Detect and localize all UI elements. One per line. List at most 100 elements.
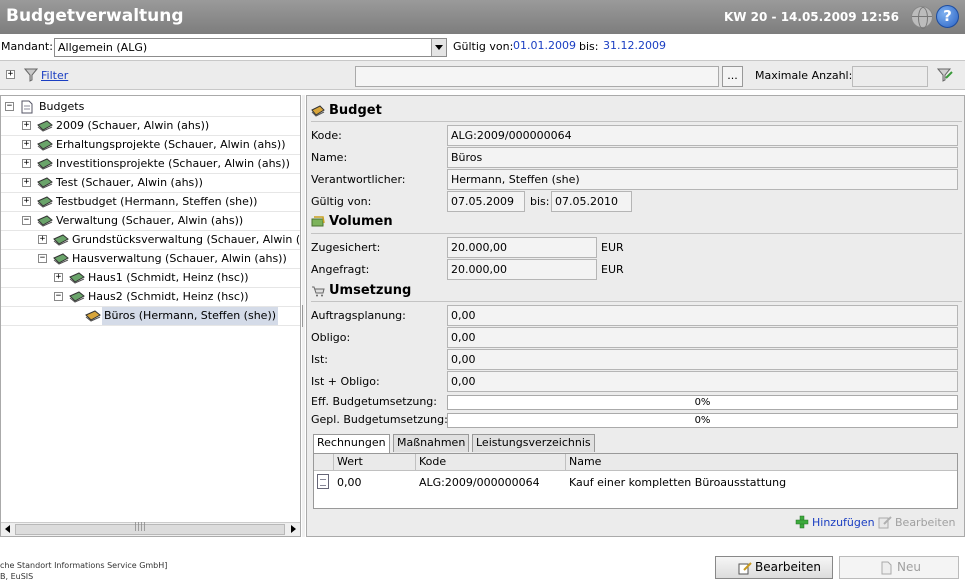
collapse-icon[interactable]: − <box>22 216 31 225</box>
actual-obligo-label: Ist + Obligo: <box>311 375 380 388</box>
tree-node-bueros[interactable]: Büros (Hermann, Steffen (she)) <box>1 307 300 325</box>
tree-node-budgets[interactable]: − Budgets <box>1 98 300 116</box>
tree-node-label: Verwaltung (Schauer, Alwin (ahs)) <box>56 214 244 227</box>
row-name: Kauf einer kompletten Büroausstattung <box>569 476 787 489</box>
code-label: Kode: <box>311 129 342 142</box>
order-planning-label: Auftragsplanung: <box>311 309 406 322</box>
collapse-icon[interactable]: − <box>5 102 14 111</box>
implementation-section-title: Umsetzung <box>329 283 412 298</box>
order-planning-field[interactable]: 0,00 <box>447 305 958 326</box>
tree-node-erhaltungsprojekte[interactable]: + Erhaltungsprojekte (Schauer, Alwin (ah… <box>1 136 300 154</box>
expand-icon[interactable]: + <box>22 197 31 206</box>
tree-node-test[interactable]: + Test (Schauer, Alwin (ahs)) <box>1 174 300 192</box>
assured-currency: EUR <box>601 241 624 254</box>
table-header-wert[interactable]: Wert <box>334 454 416 471</box>
invoice-document-icon <box>317 474 329 489</box>
valid-to-field[interactable]: 07.05.2010 <box>551 191 632 212</box>
budget-tree: − Budgets + 2009 (Schauer, Alwin (ahs)) … <box>0 95 301 537</box>
money-icon <box>37 158 53 170</box>
responsible-field[interactable]: Hermann, Steffen (she) <box>447 169 958 190</box>
tree-node-investitionsprojekte[interactable]: + Investitionsprojekte (Schauer, Alwin (… <box>1 155 300 173</box>
valid-to-value: 31.12.2009 <box>603 39 666 52</box>
valid-to-label: bis: <box>579 40 599 53</box>
name-field[interactable]: Büros <box>447 147 958 168</box>
tab-rechnungen[interactable]: Rechnungen <box>313 434 390 453</box>
money-icon <box>37 215 53 227</box>
valid-from-field[interactable]: 07.05.2009 <box>447 191 525 212</box>
tree-node-label: Haus1 (Schmidt, Heinz (hsc)) <box>88 271 249 284</box>
scroll-left-icon[interactable] <box>5 525 10 533</box>
tree-node-haus2[interactable]: − Haus2 (Schmidt, Heinz (hsc)) <box>1 288 300 306</box>
tree-node-verwaltung[interactable]: − Verwaltung (Schauer, Alwin (ahs)) <box>1 212 300 230</box>
collapse-icon[interactable]: − <box>54 292 63 301</box>
max-count-input[interactable] <box>852 66 928 87</box>
tree-node-haus1[interactable]: + Haus1 (Schmidt, Heinz (hsc)) <box>1 269 300 287</box>
tree-node-label: Test (Schauer, Alwin (ahs)) <box>56 176 203 189</box>
assured-label: Zugesichert: <box>311 241 381 254</box>
obligo-label: Obligo: <box>311 331 351 344</box>
valid-from-label: Gültig von: <box>311 195 372 208</box>
document-icon <box>21 100 33 114</box>
tree-node-grundstuecksverwaltung[interactable]: + Grundstücksverwaltung (Schauer, Alwin … <box>1 231 300 249</box>
planned-implementation-progress: 0% <box>447 413 958 428</box>
table-header-name[interactable]: Name <box>566 454 957 471</box>
volume-icon <box>311 216 325 227</box>
collapse-icon[interactable]: − <box>38 254 47 263</box>
expand-icon[interactable]: + <box>22 178 31 187</box>
budget-detail-panel: Budget Kode: ALG:2009/000000064 Name: Bü… <box>306 95 965 537</box>
planned-implementation-label: Gepl. Budgetumsetzung: <box>311 413 448 426</box>
plus-icon[interactable] <box>795 515 809 529</box>
footer-product: B, EuSIS <box>0 572 34 581</box>
actual-field[interactable]: 0,00 <box>447 349 958 370</box>
new-button: Neu <box>839 556 959 579</box>
scroll-thumb[interactable] <box>15 522 285 535</box>
mandant-value: Allgemein (ALG) <box>58 41 148 54</box>
code-field[interactable]: ALG:2009/000000064 <box>447 125 958 146</box>
filter-icon <box>24 68 38 82</box>
tree-node-testbudget[interactable]: + Testbudget (Hermann, Steffen (she)) <box>1 193 300 211</box>
help-icon[interactable]: ? <box>936 5 959 28</box>
name-label: Name: <box>311 151 348 164</box>
new-document-icon <box>881 561 892 575</box>
money-icon <box>69 291 85 303</box>
tab-leistungsverzeichnis[interactable]: Leistungsverzeichnis <box>472 434 595 452</box>
scroll-right-icon[interactable] <box>291 525 296 533</box>
footer-company: che Standort Informations Service GmbH] <box>0 561 168 570</box>
title-bar: Budgetverwaltung KW 20 - 14.05.2009 12:5… <box>0 0 965 34</box>
tree-node-hausverwaltung[interactable]: − Hausverwaltung (Schauer, Alwin (ahs)) <box>1 250 300 268</box>
assured-field[interactable]: 20.000,00 <box>447 237 597 258</box>
expand-icon[interactable]: + <box>22 140 31 149</box>
requested-field[interactable]: 20.000,00 <box>447 259 597 280</box>
tree-node-2009[interactable]: + 2009 (Schauer, Alwin (ahs)) <box>1 117 300 135</box>
edit-icon <box>878 516 892 529</box>
panel-splitter[interactable] <box>302 95 307 537</box>
mandant-select[interactable]: Allgemein (ALG) <box>54 38 447 57</box>
tab-massnahmen[interactable]: Maßnahmen <box>393 434 470 452</box>
tree-horizontal-scrollbar[interactable] <box>1 522 300 536</box>
filter-input[interactable] <box>355 66 719 87</box>
new-button-label: Neu <box>897 560 921 574</box>
expand-icon[interactable]: + <box>22 159 31 168</box>
expand-icon[interactable]: + <box>38 235 47 244</box>
edit-button[interactable]: Bearbeiten <box>715 556 833 579</box>
globe-icon[interactable] <box>911 6 933 29</box>
edit-link-disabled: Bearbeiten <box>895 516 956 529</box>
browse-button[interactable]: ... <box>722 66 743 87</box>
money-icon <box>37 139 53 151</box>
table-header-kode[interactable]: Kode <box>416 454 566 471</box>
money-icon <box>37 177 53 189</box>
filter-expander-icon[interactable]: + <box>6 70 15 79</box>
budget-icon <box>85 310 101 322</box>
add-link[interactable]: Hinzufügen <box>812 516 875 529</box>
obligo-field[interactable]: 0,00 <box>447 327 958 348</box>
expand-icon[interactable]: + <box>22 121 31 130</box>
actual-obligo-field[interactable]: 0,00 <box>447 371 958 392</box>
expand-icon[interactable]: + <box>54 273 63 282</box>
shopping-cart-icon <box>312 286 325 297</box>
clear-filter-icon[interactable] <box>937 67 953 83</box>
tree-node-label: Haus2 (Schmidt, Heinz (hsc)) <box>88 290 249 303</box>
filter-link[interactable]: Filter <box>41 69 68 82</box>
table-header-icon <box>314 454 334 471</box>
chevron-down-icon[interactable] <box>431 39 446 56</box>
money-icon <box>69 272 85 284</box>
